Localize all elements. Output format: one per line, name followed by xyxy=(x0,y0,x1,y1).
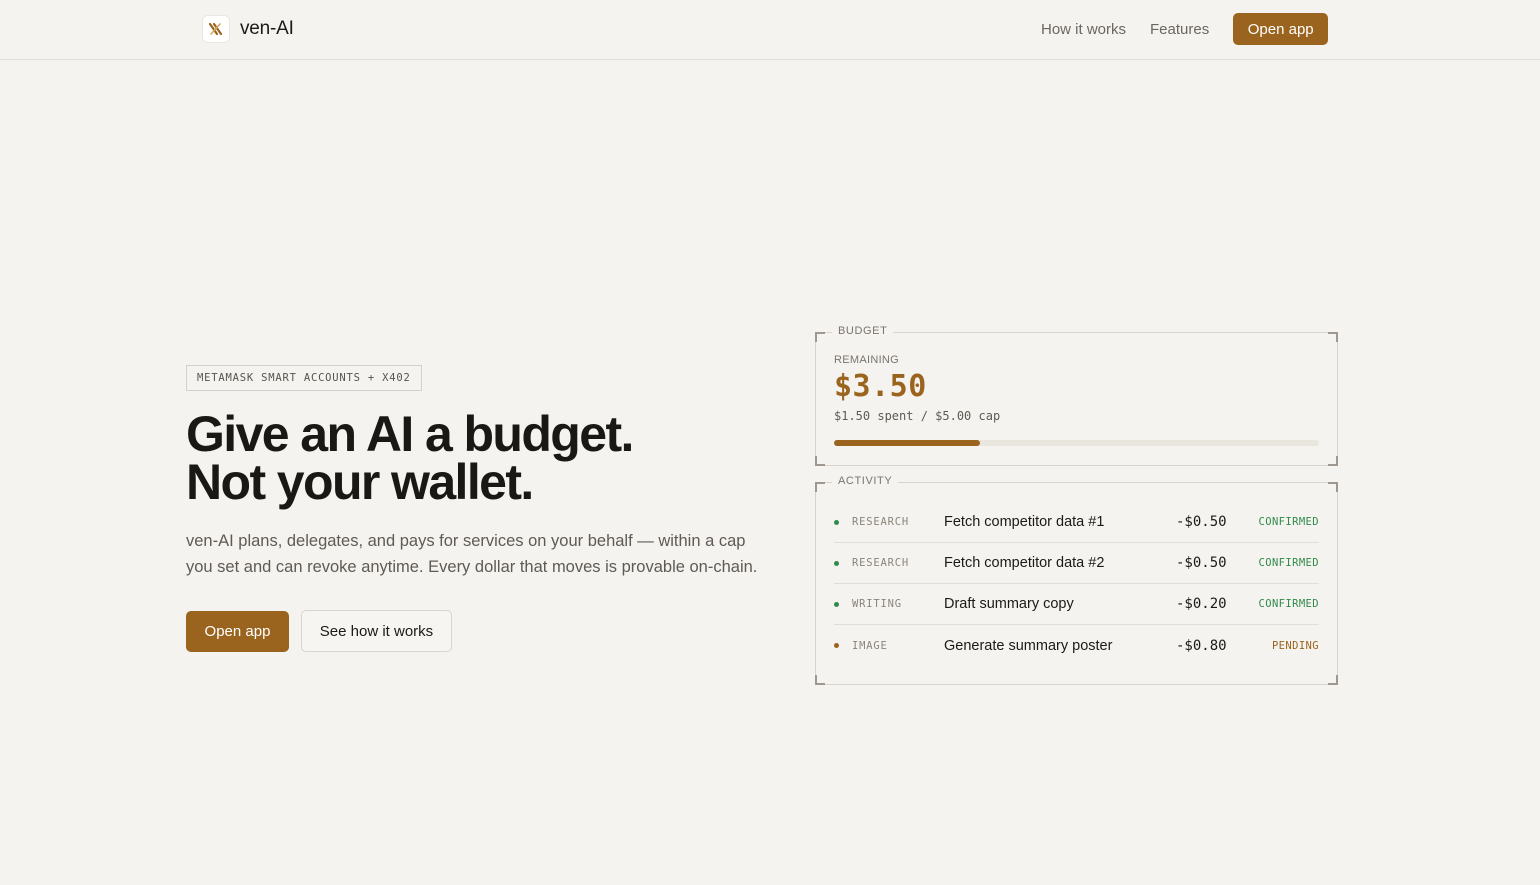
hero-title: Give an AI a budget. Not your wallet. xyxy=(186,406,786,510)
panel-corner xyxy=(1328,456,1338,466)
spent-summary: $1.50 spent / $5.00 cap xyxy=(834,409,1001,423)
activity-description: Draft summary copy xyxy=(944,596,1074,612)
activity-amount: -$0.20 xyxy=(1176,596,1227,612)
top-navbar: ven-AI How it works Features Open app xyxy=(0,0,1540,60)
activity-panel: ACTIVITY RESEARCH Fetch competitor data … xyxy=(815,475,1338,685)
panel-corner xyxy=(815,456,825,466)
panel-corner xyxy=(1328,482,1338,492)
hero-actions: Open app See how it works xyxy=(186,610,452,652)
activity-list: RESEARCH Fetch competitor data #1 -$0.50… xyxy=(834,502,1319,666)
hero-subtitle-line-2: you set and can revoke anytime. Every do… xyxy=(186,558,758,576)
brand[interactable]: ven-AI xyxy=(202,15,294,43)
panel-corner xyxy=(1328,675,1338,685)
activity-description: Generate summary poster xyxy=(944,637,1113,654)
activity-row[interactable]: RESEARCH Fetch competitor data #1 -$0.50… xyxy=(834,502,1319,543)
main-nav: How it works Features Open app xyxy=(1041,13,1329,45)
activity-amount: -$0.50 xyxy=(1176,555,1227,571)
activity-amount: -$0.50 xyxy=(1176,514,1227,530)
activity-row[interactable]: IMAGE Generate summary poster -$0.80 PEN… xyxy=(834,625,1319,666)
nav-how-it-works[interactable]: How it works xyxy=(1041,21,1126,38)
status-dot-icon xyxy=(834,519,839,525)
brand-name: ven-AI xyxy=(240,18,294,39)
panel-corner xyxy=(815,482,825,492)
see-how-it-works-button[interactable]: See how it works xyxy=(301,610,452,652)
open-app-button[interactable]: Open app xyxy=(186,611,289,652)
activity-status: PENDING xyxy=(1271,639,1319,652)
status-dot-icon xyxy=(834,560,839,566)
budget-label: BUDGET xyxy=(832,325,894,337)
activity-status: CONFIRMED xyxy=(1258,598,1319,610)
activity-description: Fetch competitor data #1 xyxy=(944,514,1105,530)
activity-status: CONFIRMED xyxy=(1258,557,1319,569)
remaining-value: $3.50 xyxy=(834,369,927,404)
panel-corner xyxy=(1328,332,1338,342)
activity-category: RESEARCH xyxy=(852,516,909,528)
panel-corner xyxy=(815,332,825,342)
open-app-nav-button[interactable]: Open app xyxy=(1233,13,1329,45)
logo-icon xyxy=(202,15,230,43)
activity-row[interactable]: WRITING Draft summary copy -$0.20 CONFIR… xyxy=(834,584,1319,625)
activity-category: IMAGE xyxy=(852,639,888,652)
activity-label: ACTIVITY xyxy=(832,475,899,487)
hero-subtitle-line-1: ven-AI plans, delegates, and pays for se… xyxy=(186,532,746,550)
activity-row[interactable]: RESEARCH Fetch competitor data #2 -$0.50… xyxy=(834,543,1319,584)
status-dot-icon xyxy=(834,601,839,607)
panel-corner xyxy=(815,675,825,685)
budget-panel: BUDGET REMAINING $3.50 $1.50 spent / $5.… xyxy=(815,325,1338,466)
hero-subtitle: ven-AI plans, delegates, and pays for se… xyxy=(186,528,766,580)
hero-title-line-1: Give an AI a budget. xyxy=(186,406,634,462)
budget-progress-fill xyxy=(834,440,980,446)
activity-description: Fetch competitor data #2 xyxy=(944,555,1105,571)
hero-title-line-2: Not your wallet. xyxy=(186,454,534,510)
remaining-label: REMAINING xyxy=(834,354,900,366)
budget-progress-bar xyxy=(834,440,1319,446)
nav-features[interactable]: Features xyxy=(1150,21,1209,38)
activity-category: RESEARCH xyxy=(852,557,909,569)
status-dot-icon xyxy=(834,643,839,648)
activity-category: WRITING xyxy=(852,598,902,610)
activity-amount: -$0.80 xyxy=(1176,637,1227,654)
tagline-badge: METAMASK SMART ACCOUNTS + X402 xyxy=(186,365,422,391)
activity-status: CONFIRMED xyxy=(1258,516,1319,528)
